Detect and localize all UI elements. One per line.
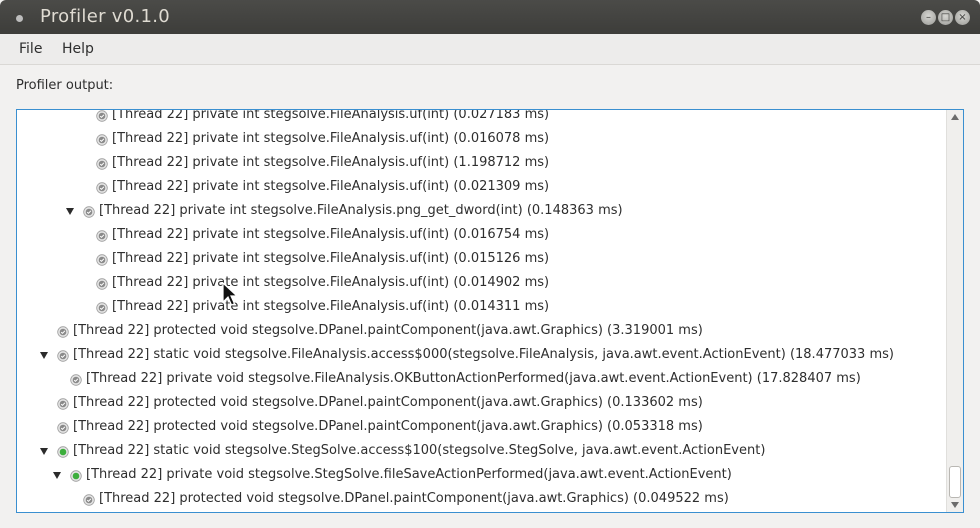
tree-row[interactable]: [Thread 22] private void stegsolve.FileA… (17, 368, 947, 392)
profiler-tree[interactable]: [Thread 22] private int stegsolve.FileAn… (16, 109, 964, 513)
tree-rows: [Thread 22] private int stegsolve.FileAn… (17, 110, 947, 512)
menu-file[interactable]: File (19, 41, 42, 57)
tree-row-label: [Thread 22] private int stegsolve.FileAn… (112, 275, 550, 290)
tree-row-label: [Thread 22] static void stegsolve.FileAn… (73, 347, 894, 362)
completed-status-icon (83, 494, 95, 506)
tree-row[interactable]: [Thread 22] protected void stegsolve.DPa… (17, 320, 947, 344)
tree-row-label: [Thread 22] protected void stegsolve.DPa… (73, 323, 703, 338)
title-bar[interactable]: Profiler v0.1.0 – □ × (0, 0, 980, 34)
vertical-scrollbar[interactable] (946, 110, 963, 512)
running-status-icon (57, 446, 69, 458)
completed-status-icon (96, 302, 108, 314)
tree-row-label: [Thread 22] protected void stegsolve.DPa… (99, 491, 729, 506)
completed-status-icon (57, 326, 69, 338)
tree-row-label: [Thread 22] private int stegsolve.FileAn… (112, 227, 550, 242)
tree-row[interactable]: [Thread 22] static void stegsolve.StegSo… (17, 440, 947, 464)
completed-status-icon (57, 398, 69, 410)
tree-row[interactable]: [Thread 22] protected void stegsolve.DPa… (17, 416, 947, 440)
menu-help[interactable]: Help (62, 41, 94, 57)
expand-arrow-icon[interactable] (40, 448, 48, 455)
completed-status-icon (96, 278, 108, 290)
tree-row[interactable]: [Thread 22] private int stegsolve.FileAn… (17, 224, 947, 248)
tree-row[interactable]: [Thread 22] private void stegsolve.StegS… (17, 464, 947, 488)
completed-status-icon (96, 110, 108, 122)
scroll-down-icon[interactable] (951, 502, 959, 508)
tree-row-label: [Thread 22] private int stegsolve.FileAn… (112, 155, 550, 170)
expand-arrow-icon[interactable] (40, 352, 48, 359)
tree-row[interactable]: [Thread 22] private int stegsolve.FileAn… (17, 128, 947, 152)
tree-row-label: [Thread 22] protected void stegsolve.DPa… (73, 419, 703, 434)
tree-row-label: [Thread 22] private void stegsolve.StegS… (86, 467, 732, 482)
tree-row-label: [Thread 22] private int stegsolve.FileAn… (112, 179, 550, 194)
profiler-output-label: Profiler output: (16, 78, 114, 93)
tree-row-label: [Thread 22] private int stegsolve.FileAn… (112, 251, 550, 266)
completed-status-icon (96, 230, 108, 242)
tree-row-label: [Thread 22] private int stegsolve.FileAn… (112, 131, 550, 146)
tree-row-label: [Thread 22] private int stegsolve.FileAn… (112, 109, 550, 122)
tree-row[interactable]: [Thread 22] private int stegsolve.FileAn… (17, 152, 947, 176)
tree-row-label: [Thread 22] private void stegsolve.FileA… (86, 371, 861, 386)
window-title: Profiler v0.1.0 (40, 6, 171, 27)
tree-row-label: [Thread 22] private int stegsolve.FileAn… (112, 299, 550, 314)
tree-row[interactable]: [Thread 22] protected void stegsolve.DPa… (17, 392, 947, 416)
menu-bar: File Help (0, 34, 980, 65)
completed-status-icon (96, 254, 108, 266)
tree-row[interactable]: [Thread 22] private int stegsolve.FileAn… (17, 109, 947, 128)
tree-row-label: [Thread 22] private int stegsolve.FileAn… (99, 203, 623, 218)
expand-arrow-icon[interactable] (66, 208, 74, 215)
completed-status-icon (96, 182, 108, 194)
expand-arrow-icon[interactable] (53, 472, 61, 479)
tree-row[interactable]: [Thread 22] protected void stegsolve.DPa… (17, 488, 947, 512)
completed-status-icon (57, 350, 69, 362)
completed-status-icon (96, 158, 108, 170)
tree-row[interactable]: [Thread 22] private int stegsolve.FileAn… (17, 200, 947, 224)
tree-row[interactable]: [Thread 22] static void stegsolve.FileAn… (17, 344, 947, 368)
completed-status-icon (70, 374, 82, 386)
close-icon[interactable]: × (955, 10, 970, 25)
scroll-up-icon[interactable] (951, 114, 959, 120)
completed-status-icon (96, 134, 108, 146)
tree-row-label: [Thread 22] static void stegsolve.StegSo… (73, 443, 766, 458)
tree-row-label: [Thread 22] protected void stegsolve.DPa… (73, 395, 703, 410)
mouse-pointer-icon (222, 282, 238, 306)
minimize-icon[interactable]: – (921, 10, 936, 25)
tree-row[interactable]: [Thread 22] private int stegsolve.FileAn… (17, 272, 947, 296)
tree-row[interactable]: [Thread 22] private int stegsolve.FileAn… (17, 176, 947, 200)
maximize-icon[interactable]: □ (938, 10, 953, 25)
completed-status-icon (83, 206, 95, 218)
app-menu-icon[interactable] (12, 10, 26, 24)
tree-row[interactable]: [Thread 22] private int stegsolve.FileAn… (17, 296, 947, 320)
profiler-window: Profiler v0.1.0 – □ × File Help Profiler… (0, 0, 980, 528)
running-status-icon (70, 470, 82, 482)
scrollbar-thumb[interactable] (949, 466, 961, 498)
tree-row[interactable]: [Thread 22] private int stegsolve.FileAn… (17, 248, 947, 272)
completed-status-icon (57, 422, 69, 434)
